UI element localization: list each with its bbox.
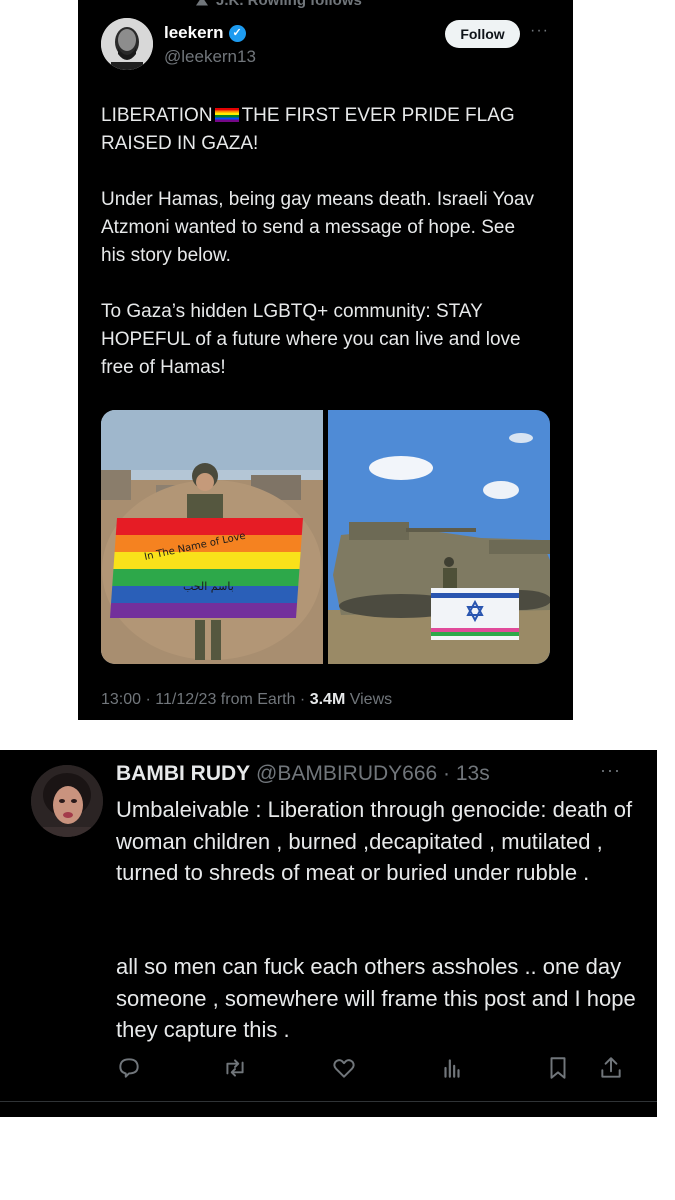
avatar[interactable] [31,765,103,837]
views-icon[interactable] [439,1055,465,1081]
like-icon[interactable] [331,1055,357,1081]
views-count: 3.4M [309,691,346,708]
author-name[interactable]: leekern ✓ [164,23,246,43]
tweet-media[interactable]: In The Name of Love باسم الحب [101,410,550,664]
reply-paragraph-1: Umbaleivable : Liberation through genoci… [116,797,633,885]
action-bar [0,1055,675,1085]
divider [0,1101,657,1102]
share-icon[interactable] [598,1055,624,1081]
author-handle[interactable]: @leekern13 [164,47,256,67]
reply-header: BAMBI RUDY @BAMBIRUDY666 · 13s [116,762,490,786]
tweet-paragraph-2: Under Hamas, being gay means death. Isra… [101,189,535,266]
follow-button[interactable]: Follow [445,20,520,48]
tweet-paragraph-3: To Gaza’s hidden LGBTQ+ community: STAY … [101,301,521,378]
rainbow-flag-icon [214,108,239,122]
original-tweet-card: J.K. Rowling follows leekern ✓ @leekern13… [78,0,573,720]
bookmark-icon[interactable] [545,1055,571,1081]
person-icon [196,0,208,6]
retweet-icon[interactable] [222,1055,248,1081]
more-options-icon[interactable]: ··· [600,760,621,781]
verified-badge-icon: ✓ [228,25,246,42]
tweet-image-2[interactable] [328,410,550,664]
author-name[interactable]: BAMBI RUDY [116,762,250,785]
avatar[interactable] [101,18,153,70]
tweet-image-1[interactable]: In The Name of Love باسم الحب [101,410,323,664]
reply-icon[interactable] [116,1055,142,1081]
tweet-headline: LIBERATION THE FIRST EVER PRIDE FLAG RAISE… [101,105,515,154]
flag-handwriting-2: باسم الحب [183,580,234,593]
more-options-icon[interactable]: ··· [530,22,549,40]
reply-paragraph-2: all so men can fuck each others assholes… [116,954,636,1042]
social-context: J.K. Rowling follows [196,0,362,9]
author-handle[interactable]: @BAMBIRUDY666 · 13s [250,762,490,785]
tweet-meta: 13:00 · 11/12/23 from Earth · 3.4M Views [101,691,393,708]
